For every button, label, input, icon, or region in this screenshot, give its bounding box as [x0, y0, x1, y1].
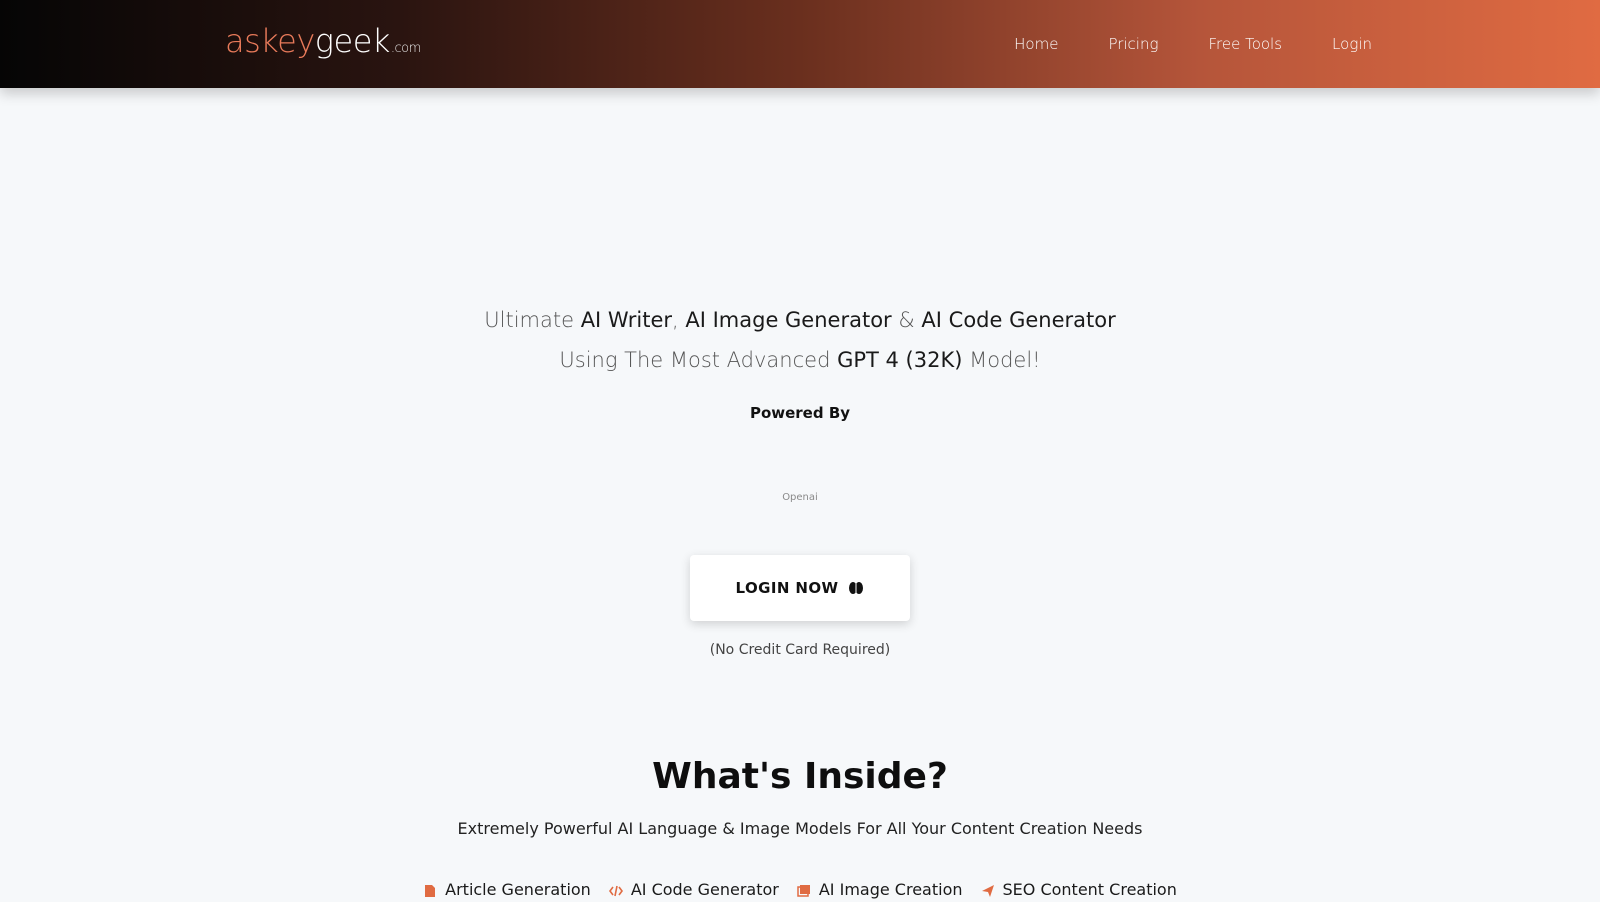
- paper-plane-icon: [981, 883, 995, 897]
- feature-seo-content-creation: SEO Content Creation: [981, 880, 1177, 899]
- hero-line-1: Ultimate AI Writer, AI Image Generator &…: [0, 300, 1600, 340]
- hero-ampersand-text: &: [891, 308, 922, 332]
- feature-list: Article Generation AI Code Generator AI …: [0, 880, 1600, 899]
- no-credit-card-note: (No Credit Card Required): [709, 642, 891, 658]
- hero-headline: Ultimate AI Writer, AI Image Generator &…: [0, 300, 1600, 380]
- logo-part-geek: geek: [314, 22, 391, 60]
- site-logo[interactable]: askey geek .com: [225, 22, 421, 66]
- whats-inside-subtitle: Extremely Powerful AI Language & Image M…: [457, 819, 1143, 838]
- nav-free-tools-link[interactable]: Free Tools: [1208, 35, 1282, 53]
- feature-label: Article Generation: [445, 880, 591, 899]
- image-icon: [797, 883, 811, 897]
- code-icon: [608, 883, 623, 897]
- feature-article-generation: Article Generation: [423, 880, 591, 899]
- feature-label: AI Image Creation: [818, 880, 963, 899]
- hero-ultimate-text: Ultimate: [484, 308, 581, 332]
- hero-gpt4-text: GPT 4 (32K): [837, 348, 963, 372]
- login-now-label: LOGIN NOW: [735, 579, 839, 597]
- feature-ai-image-creation: AI Image Creation: [797, 880, 963, 899]
- feature-ai-code-generator: AI Code Generator: [608, 880, 779, 899]
- hero-comma-text: ,: [672, 308, 686, 332]
- login-now-button[interactable]: LOGIN NOW: [690, 555, 910, 621]
- logo-part-askey: askey: [225, 22, 315, 60]
- hero-ai-writer-text: AI Writer: [580, 308, 672, 332]
- brain-icon: [848, 580, 864, 596]
- article-icon: [423, 883, 437, 897]
- whats-inside-title: What's Inside?: [652, 756, 948, 797]
- hero-line-2: Using The Most Advanced GPT 4 (32K) Mode…: [0, 340, 1600, 380]
- openai-logo-alt-text: Openai: [782, 492, 818, 503]
- nav-links: Home Pricing Free Tools Login: [964, 0, 1372, 88]
- nav-login-link[interactable]: Login: [1332, 35, 1372, 53]
- hero-model-text: Model!: [962, 348, 1041, 372]
- nav-home-link[interactable]: Home: [1014, 35, 1058, 53]
- hero-ai-image-generator-text: AI Image Generator: [685, 308, 892, 332]
- hero-using-text: Using The Most Advanced: [559, 348, 838, 372]
- nav-pricing-link[interactable]: Pricing: [1108, 35, 1158, 53]
- powered-by-label: Powered By: [749, 404, 851, 422]
- feature-label: AI Code Generator: [630, 880, 779, 899]
- top-navbar: askey geek .com Home Pricing Free Tools …: [0, 0, 1600, 88]
- feature-label: SEO Content Creation: [1002, 880, 1177, 899]
- hero-ai-code-generator-text: AI Code Generator: [921, 308, 1116, 332]
- logo-part-domain: .com: [390, 41, 421, 56]
